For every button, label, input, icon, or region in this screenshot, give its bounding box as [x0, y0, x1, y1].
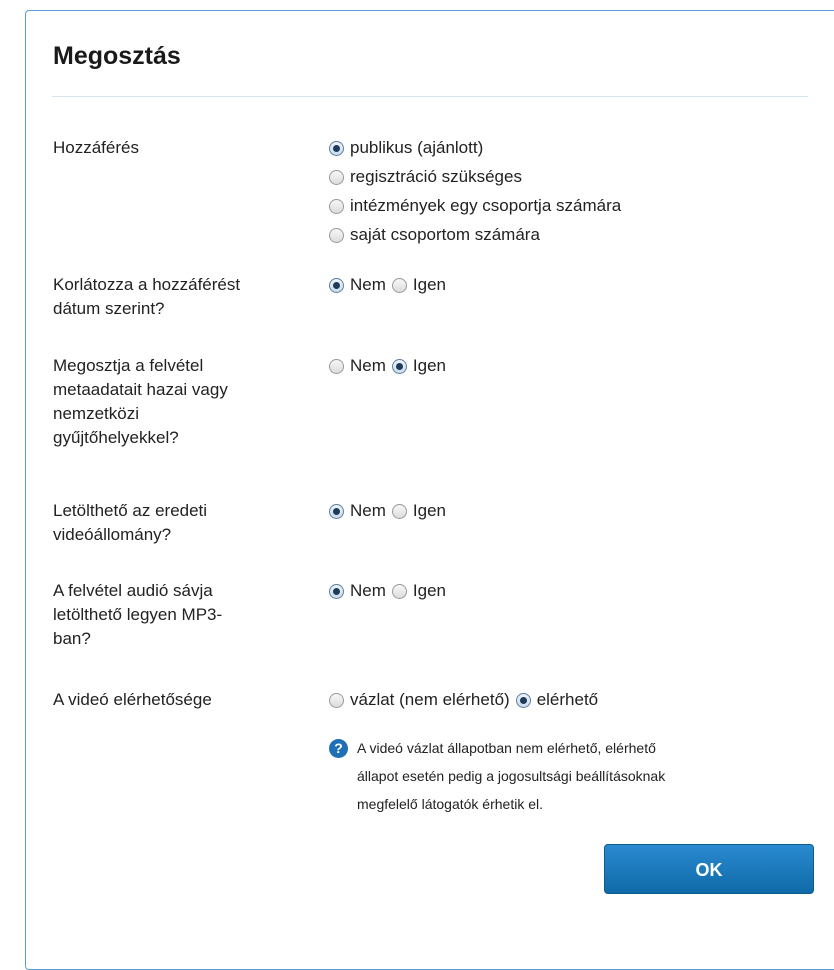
radio-icon[interactable] [329, 198, 344, 214]
radio-checked-icon[interactable] [329, 277, 344, 293]
date-restrict-options: Nem Igen [329, 273, 446, 297]
audio-mp3-yes[interactable]: Igen [413, 579, 446, 603]
help-text-line: megfelelő látogatók érhetik el. [357, 796, 543, 812]
audio-mp3-label-line: ban? [53, 629, 91, 648]
audio-mp3-options: Nem Igen [329, 579, 446, 603]
share-metadata-label-line: gyűjtőhelyekkel? [53, 428, 179, 447]
access-option-label: saját csoportom számára [350, 225, 540, 244]
download-original-label: Letölthető az eredeti videóállomány? [53, 499, 315, 547]
download-original-no[interactable]: Nem [350, 499, 386, 523]
download-original-label-line: videóállomány? [53, 525, 172, 544]
sharing-dialog: Megosztás Hozzáférés publikus (ajánlott)… [25, 10, 834, 970]
title-divider [52, 96, 808, 97]
availability-available[interactable]: elérhető [537, 688, 598, 712]
help-text-line: állapot esetén pedig a jogosultsági beál… [357, 768, 666, 784]
download-original-options: Nem Igen [329, 499, 446, 523]
radio-checked-icon[interactable] [329, 583, 344, 599]
share-metadata-label: Megosztja a felvétel metaadatait hazai v… [53, 354, 315, 450]
audio-mp3-label-line: A felvétel audió sávja [53, 581, 213, 600]
dialog-title: Megosztás [53, 42, 181, 70]
radio-icon[interactable] [329, 169, 344, 185]
date-restrict-yes[interactable]: Igen [413, 273, 446, 297]
share-metadata-label-line: nemzetközi [53, 404, 139, 423]
share-metadata-yes[interactable]: Igen [413, 354, 446, 378]
audio-mp3-label: A felvétel audió sávja letölthető legyen… [53, 579, 315, 651]
access-option-label: publikus (ajánlott) [350, 138, 484, 157]
share-metadata-label-line: metaadatait hazai vagy [53, 380, 228, 399]
availability-label: A videó elérhetősége [53, 690, 212, 709]
availability-help: ? A videó vázlat állapotban nem elérhető… [329, 734, 789, 818]
question-mark-icon: ? [329, 739, 348, 758]
access-label: Hozzáférés [53, 138, 139, 157]
ok-button[interactable]: OK [604, 844, 814, 894]
share-metadata-options: Nem Igen [329, 354, 446, 378]
radio-icon[interactable] [391, 277, 407, 293]
access-option-label: regisztráció szükséges [350, 167, 522, 186]
availability-options: vázlat (nem elérhető) elérhető [329, 688, 598, 712]
radio-checked-icon[interactable] [329, 140, 344, 156]
download-original-label-line: Letölthető az eredeti [53, 501, 208, 520]
date-restrict-label-line: dátum szerint? [53, 299, 165, 318]
date-restrict-no[interactable]: Nem [350, 273, 386, 297]
radio-icon[interactable] [391, 583, 407, 599]
share-metadata-label-line: Megosztja a felvétel [53, 356, 204, 375]
radio-icon[interactable] [391, 503, 407, 519]
access-option-label: intézmények egy csoportja számára [350, 196, 622, 215]
audio-mp3-label-line: letölthető legyen MP3- [53, 605, 223, 624]
access-option-public[interactable]: publikus (ajánlott) [329, 136, 483, 160]
help-text-line: A videó vázlat állapotban nem elérhető, … [357, 740, 656, 756]
radio-checked-icon[interactable] [515, 692, 531, 708]
access-option-own-group[interactable]: saját csoportom számára [329, 223, 540, 247]
radio-checked-icon[interactable] [329, 503, 344, 519]
download-original-yes[interactable]: Igen [413, 499, 446, 523]
radio-icon[interactable] [329, 227, 344, 243]
audio-mp3-no[interactable]: Nem [350, 579, 386, 603]
radio-icon[interactable] [329, 692, 344, 708]
share-metadata-no[interactable]: Nem [350, 354, 386, 378]
access-option-registered[interactable]: regisztráció szükséges [329, 165, 522, 189]
radio-icon[interactable] [329, 358, 344, 374]
radio-checked-icon[interactable] [391, 358, 407, 374]
access-option-institutions[interactable]: intézmények egy csoportja számára [329, 194, 621, 218]
availability-draft[interactable]: vázlat (nem elérhető) [350, 688, 510, 712]
date-restrict-label-line: Korlátozza a hozzáférést [53, 275, 241, 294]
date-restrict-label: Korlátozza a hozzáférést dátum szerint? [53, 273, 315, 321]
